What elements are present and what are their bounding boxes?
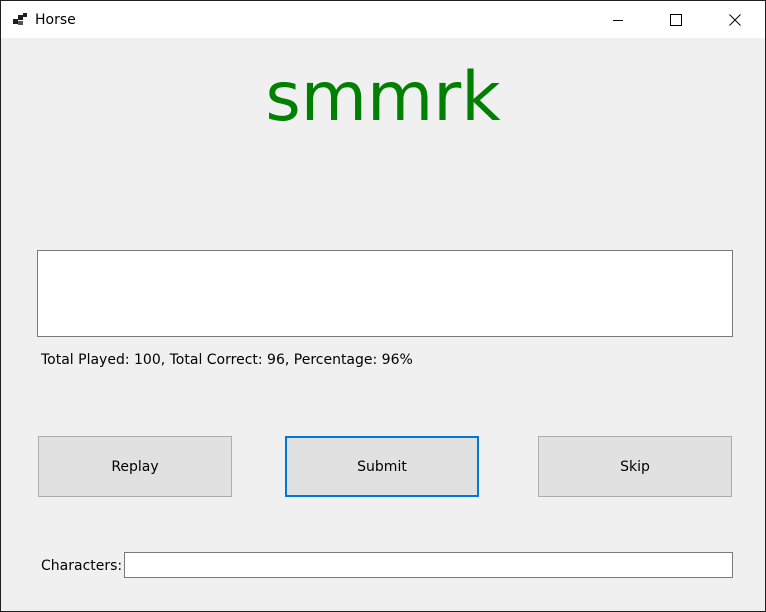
characters-input[interactable] — [124, 552, 733, 578]
maximize-button[interactable] — [647, 1, 705, 38]
submit-button[interactable]: Submit — [285, 436, 479, 497]
replay-button[interactable]: Replay — [38, 436, 232, 497]
app-window: Horse smmrk Total Played: 100, Total Cor… — [0, 0, 766, 612]
stats-label: Total Played: 100, Total Correct: 96, Pe… — [41, 352, 413, 368]
minimize-icon — [613, 19, 623, 21]
skip-button[interactable]: Skip — [538, 436, 732, 497]
title-bar[interactable]: Horse — [1, 1, 765, 38]
app-icon — [12, 12, 28, 28]
close-icon — [729, 13, 741, 26]
morse-word-display: smmrk — [265, 58, 501, 137]
characters-label: Characters: — [41, 558, 123, 574]
maximize-icon — [670, 13, 682, 26]
close-button[interactable] — [706, 1, 764, 38]
window-title: Horse — [35, 12, 76, 28]
answer-textbox[interactable] — [37, 250, 733, 337]
minimize-button[interactable] — [589, 1, 647, 38]
